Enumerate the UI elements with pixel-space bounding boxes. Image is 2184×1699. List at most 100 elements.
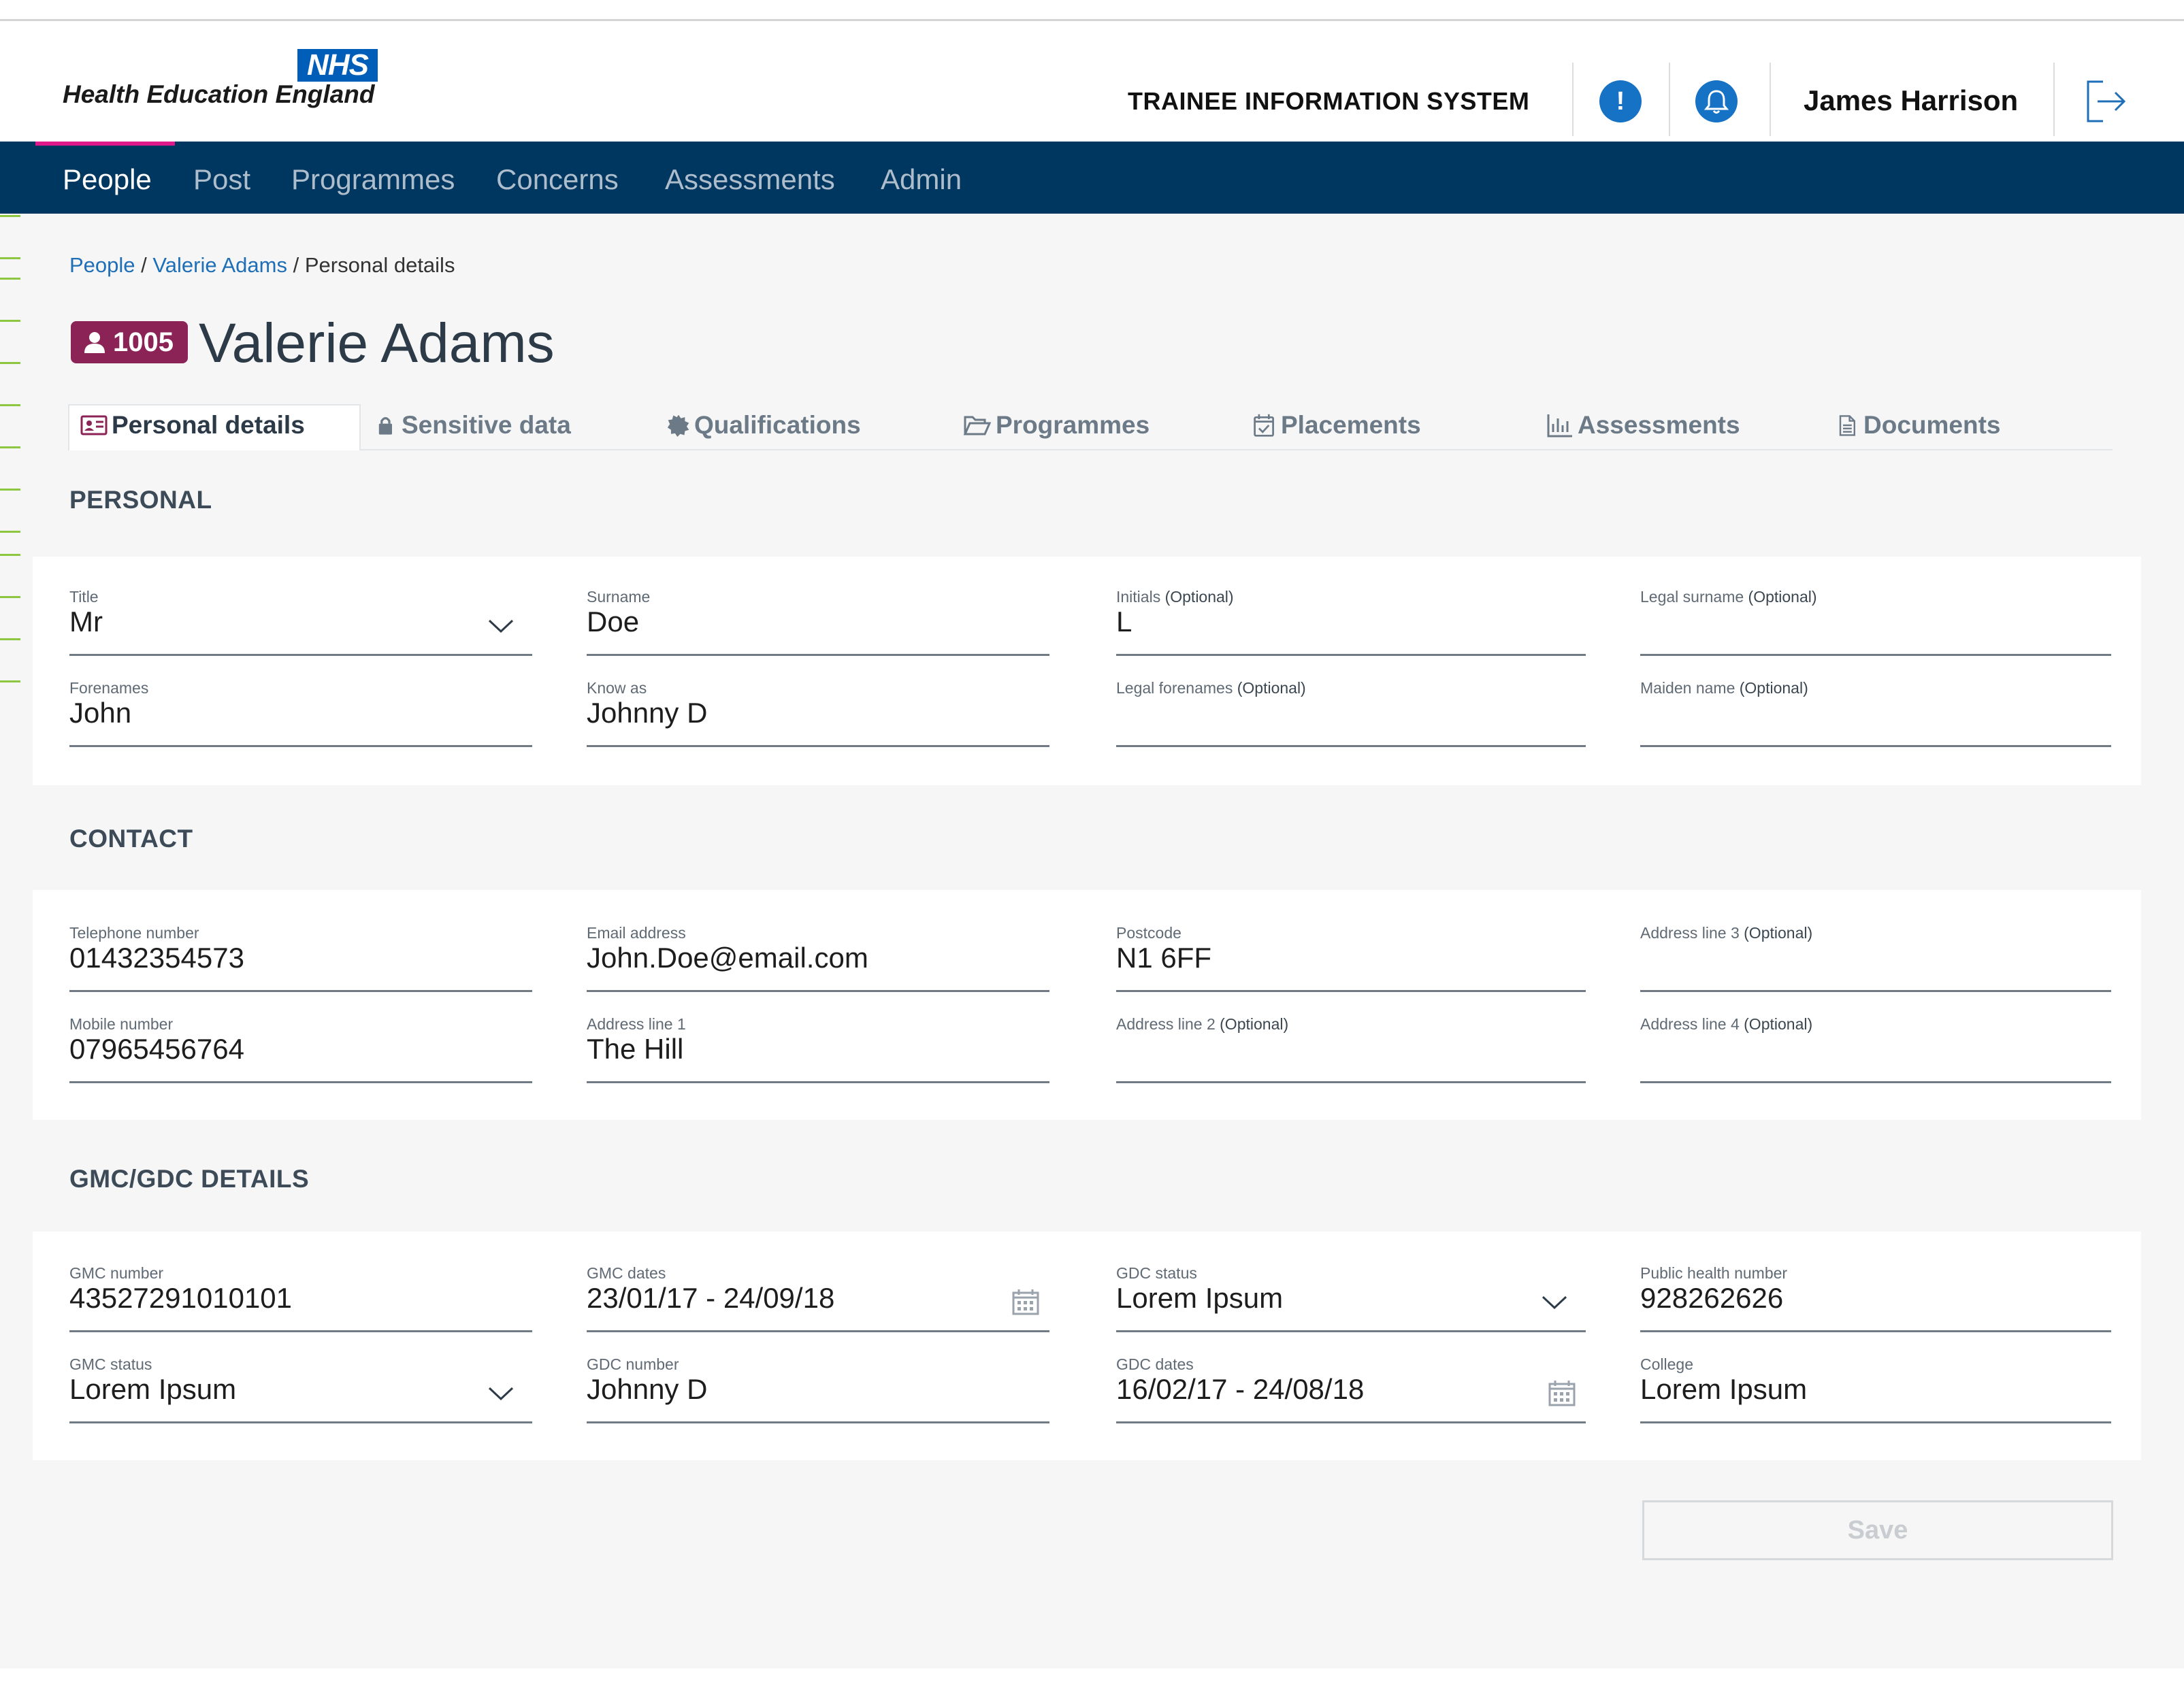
- field-label: Mobile number: [69, 1015, 174, 1033]
- tab-personal-details[interactable]: Personal details: [80, 411, 305, 440]
- address-line-2-field[interactable]: Address line 2 (Optional): [1116, 1015, 1586, 1083]
- forenames-field[interactable]: Forenames John: [69, 679, 532, 747]
- header-divider: [1770, 63, 1771, 136]
- field-value: John.Doe@email.com: [587, 942, 868, 974]
- nhs-logo-badge: NHS: [297, 49, 378, 82]
- gmc-gdc-card: GMC number 43527291010101 GMC dates 23/0…: [33, 1232, 2141, 1460]
- gmc-status-select[interactable]: GMC status Lorem Ipsum: [69, 1355, 532, 1423]
- section-title-contact: CONTACT: [69, 825, 193, 853]
- tab-label: Sensitive data: [402, 411, 571, 439]
- legal-forenames-field[interactable]: Legal forenames (Optional): [1116, 679, 1586, 747]
- field-value: 16/02/17 - 24/08/18: [1116, 1373, 1365, 1405]
- field-value: John: [69, 697, 132, 729]
- tab-documents[interactable]: Documents: [1838, 411, 2000, 440]
- tab-qualifications[interactable]: Qualifications: [667, 411, 861, 440]
- field-label: Postcode: [1116, 924, 1181, 942]
- chevron-down-icon: [1542, 1296, 1567, 1310]
- folder-open-icon: [963, 416, 992, 435]
- tab-label: Placements: [1281, 411, 1421, 439]
- initials-field[interactable]: Initials (Optional) L: [1116, 588, 1586, 656]
- public-health-number-field[interactable]: Public health number 928262626: [1640, 1264, 2111, 1332]
- main-nav: People Post Programmes Concerns Assessme…: [0, 142, 2184, 214]
- tab-label: Assessments: [1578, 411, 1740, 439]
- field-value: Lorem Ipsum: [1640, 1373, 1808, 1405]
- gmc-dates-field[interactable]: GMC dates 23/01/17 - 24/09/18: [587, 1264, 1049, 1332]
- email-field[interactable]: Email address John.Doe@email.com: [587, 924, 1049, 992]
- field-value: Lorem Ipsum: [1116, 1282, 1284, 1314]
- gmc-number-field[interactable]: GMC number 43527291010101: [69, 1264, 532, 1332]
- nav-item-post[interactable]: Post: [193, 163, 250, 196]
- address-line-4-field[interactable]: Address line 4 (Optional): [1640, 1015, 2111, 1083]
- nav-item-people[interactable]: People: [63, 163, 152, 196]
- field-label: Public health number: [1640, 1264, 1788, 1282]
- tab-assessments[interactable]: Assessments: [1546, 411, 1740, 440]
- tab-label: Qualifications: [694, 411, 861, 439]
- person-icon: [84, 332, 105, 353]
- gdc-number-field[interactable]: GDC number Johnny D: [587, 1355, 1049, 1423]
- page: NHS Health Education England TRAINEE INF…: [0, 0, 2184, 1699]
- user-name[interactable]: James Harrison: [1804, 84, 2018, 117]
- save-button[interactable]: Save: [1642, 1500, 2113, 1560]
- field-label: GMC status: [69, 1355, 152, 1373]
- mobile-field[interactable]: Mobile number 07965456764: [69, 1015, 532, 1083]
- bar-chart-icon: [1547, 414, 1572, 438]
- field-value: 928262626: [1640, 1282, 1784, 1314]
- field-label: Email address: [587, 924, 686, 942]
- calendar-icon[interactable]: [1011, 1289, 1040, 1316]
- field-value: Mr: [69, 606, 103, 638]
- notification-bell-icon[interactable]: [1695, 80, 1738, 122]
- field-value: 43527291010101: [69, 1282, 293, 1314]
- known-as-field[interactable]: Know as Johnny D: [587, 679, 1049, 747]
- field-value: The Hill: [587, 1033, 684, 1065]
- nav-item-admin[interactable]: Admin: [881, 163, 962, 196]
- college-field[interactable]: College Lorem Ipsum: [1640, 1355, 2111, 1423]
- field-value: N1 6FF: [1116, 942, 1212, 974]
- gdc-dates-field[interactable]: GDC dates 16/02/17 - 24/08/18: [1116, 1355, 1586, 1423]
- breadcrumb-person[interactable]: Valerie Adams: [152, 253, 287, 277]
- nav-item-programmes[interactable]: Programmes: [291, 163, 455, 196]
- header-divider: [1572, 63, 1574, 136]
- address-line-3-field[interactable]: Address line 3 (Optional): [1640, 924, 2111, 992]
- header-divider: [1669, 63, 1670, 136]
- maiden-name-field[interactable]: Maiden name (Optional): [1640, 679, 2111, 747]
- field-label: GDC number: [587, 1355, 679, 1373]
- chevron-down-icon: [488, 1387, 514, 1401]
- hee-logo[interactable]: NHS Health Education England: [63, 49, 378, 120]
- surname-field[interactable]: Surname Doe: [587, 588, 1049, 656]
- tab-sensitive-data[interactable]: Sensitive data: [376, 411, 571, 440]
- postcode-field[interactable]: Postcode N1 6FF: [1116, 924, 1586, 992]
- tabs-underline: [68, 449, 2113, 450]
- id-card-icon: [80, 415, 108, 435]
- field-label: Initials (Optional): [1116, 588, 1234, 606]
- document-icon: [1839, 415, 1855, 436]
- field-value: Lorem Ipsum: [69, 1373, 237, 1405]
- field-value: 01432354573: [69, 942, 244, 974]
- tab-label: Programmes: [996, 411, 1150, 439]
- legal-surname-field[interactable]: Legal surname (Optional): [1640, 588, 2111, 656]
- title-select[interactable]: Title Mr: [69, 588, 532, 656]
- logout-icon[interactable]: [2084, 78, 2129, 125]
- field-label: Address line 3 (Optional): [1640, 924, 1813, 942]
- tab-placements[interactable]: Placements: [1252, 411, 1421, 440]
- nav-active-indicator: [35, 142, 175, 146]
- gdc-status-select[interactable]: GDC status Lorem Ipsum: [1116, 1264, 1586, 1332]
- tab-programmes[interactable]: Programmes: [962, 411, 1150, 440]
- breadcrumb-people[interactable]: People: [69, 253, 135, 277]
- nav-item-concerns[interactable]: Concerns: [496, 163, 619, 196]
- field-value: L: [1116, 606, 1132, 638]
- chevron-down-icon: [488, 619, 514, 633]
- nav-item-assessments[interactable]: Assessments: [665, 163, 835, 196]
- field-label: Address line 2 (Optional): [1116, 1015, 1289, 1033]
- header-divider: [2053, 63, 2055, 136]
- person-id: 1005: [113, 327, 174, 357]
- alert-icon[interactable]: !: [1599, 80, 1642, 122]
- badge-icon: [667, 414, 689, 437]
- field-label: Legal surname (Optional): [1640, 588, 1817, 606]
- field-label: Address line 1: [587, 1015, 686, 1033]
- field-label: GDC dates: [1116, 1355, 1194, 1373]
- address-line-1-field[interactable]: Address line 1 The Hill: [587, 1015, 1049, 1083]
- field-value: 23/01/17 - 24/09/18: [587, 1282, 835, 1314]
- telephone-field[interactable]: Telephone number 01432354573: [69, 924, 532, 992]
- calendar-icon[interactable]: [1548, 1380, 1576, 1407]
- tab-label: Personal details: [112, 411, 305, 439]
